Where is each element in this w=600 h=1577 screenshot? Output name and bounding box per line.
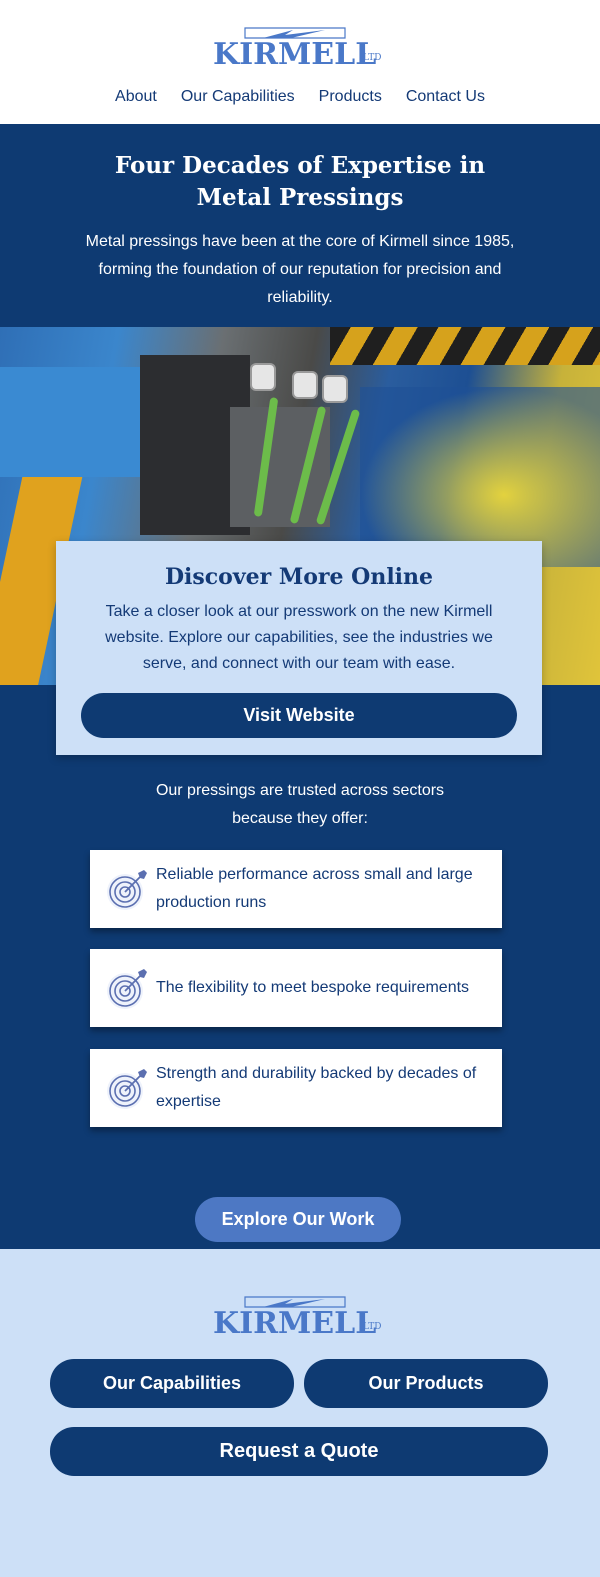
target-icon bbox=[107, 1069, 147, 1109]
feature-card: The flexibility to meet bespoke requirem… bbox=[90, 949, 502, 1027]
press-frame bbox=[0, 367, 150, 477]
nav-about[interactable]: About bbox=[115, 86, 157, 108]
sensor-gauge bbox=[292, 371, 318, 399]
nav-contact-us[interactable]: Contact Us bbox=[406, 86, 485, 108]
target-icon bbox=[107, 870, 147, 910]
visit-website-button[interactable]: Visit Website bbox=[81, 693, 517, 738]
hazard-stripe bbox=[330, 327, 600, 365]
svg-text:KIRMELL: KIRMELL bbox=[213, 37, 376, 70]
svg-text:LTD: LTD bbox=[363, 53, 381, 63]
kirmell-logo[interactable]: KIRMELL LTD bbox=[213, 1295, 383, 1339]
hero-section: Four Decades of Expertise in Metal Press… bbox=[0, 124, 600, 327]
background-machine bbox=[360, 387, 600, 567]
request-a-quote-button[interactable]: Request a Quote bbox=[50, 1427, 548, 1476]
hero-title: Four Decades of Expertise in Metal Press… bbox=[114, 152, 486, 211]
nav-products[interactable]: Products bbox=[319, 86, 382, 108]
site-footer: KIRMELL LTD Our Capabilities Our Product… bbox=[0, 1249, 600, 1577]
trusted-intro: Our pressings are trusted across sectors… bbox=[0, 777, 600, 833]
feature-card: Reliable performance across small and la… bbox=[90, 850, 502, 928]
feature-text: The flexibility to meet bespoke requirem… bbox=[156, 979, 470, 996]
discover-card: Discover More Online Take a closer look … bbox=[56, 541, 542, 755]
svg-text:LTD: LTD bbox=[363, 1322, 381, 1332]
sensor-gauge bbox=[322, 375, 348, 403]
benefits-section: Our pressings are trusted across sectors… bbox=[0, 685, 600, 1249]
discover-title: Discover More Online bbox=[164, 564, 434, 590]
discover-body: Take a closer look at our presswork on t… bbox=[105, 603, 493, 672]
trusted-line-2: because they offer: bbox=[232, 810, 368, 827]
trusted-line-1: Our pressings are trusted across sectors bbox=[155, 782, 445, 799]
our-capabilities-button[interactable]: Our Capabilities bbox=[50, 1359, 294, 1408]
main-nav: About Our Capabilities Products Contact … bbox=[0, 86, 600, 108]
target-icon bbox=[107, 969, 147, 1009]
hero-body: Metal pressings have been at the core of… bbox=[85, 233, 515, 306]
feature-text: Strength and durability backed by decade… bbox=[156, 1065, 477, 1110]
feature-text: Reliable performance across small and la… bbox=[156, 866, 473, 911]
kirmell-logo[interactable]: KIRMELL LTD bbox=[213, 26, 383, 70]
site-header: KIRMELL LTD About Our Capabilities Produ… bbox=[0, 0, 600, 124]
explore-our-work-button[interactable]: Explore Our Work bbox=[195, 1197, 401, 1242]
our-products-button[interactable]: Our Products bbox=[304, 1359, 548, 1408]
feature-card: Strength and durability backed by decade… bbox=[90, 1049, 502, 1127]
svg-text:KIRMELL: KIRMELL bbox=[213, 1306, 376, 1339]
nav-our-capabilities[interactable]: Our Capabilities bbox=[181, 86, 295, 108]
sensor-gauge bbox=[250, 363, 276, 391]
